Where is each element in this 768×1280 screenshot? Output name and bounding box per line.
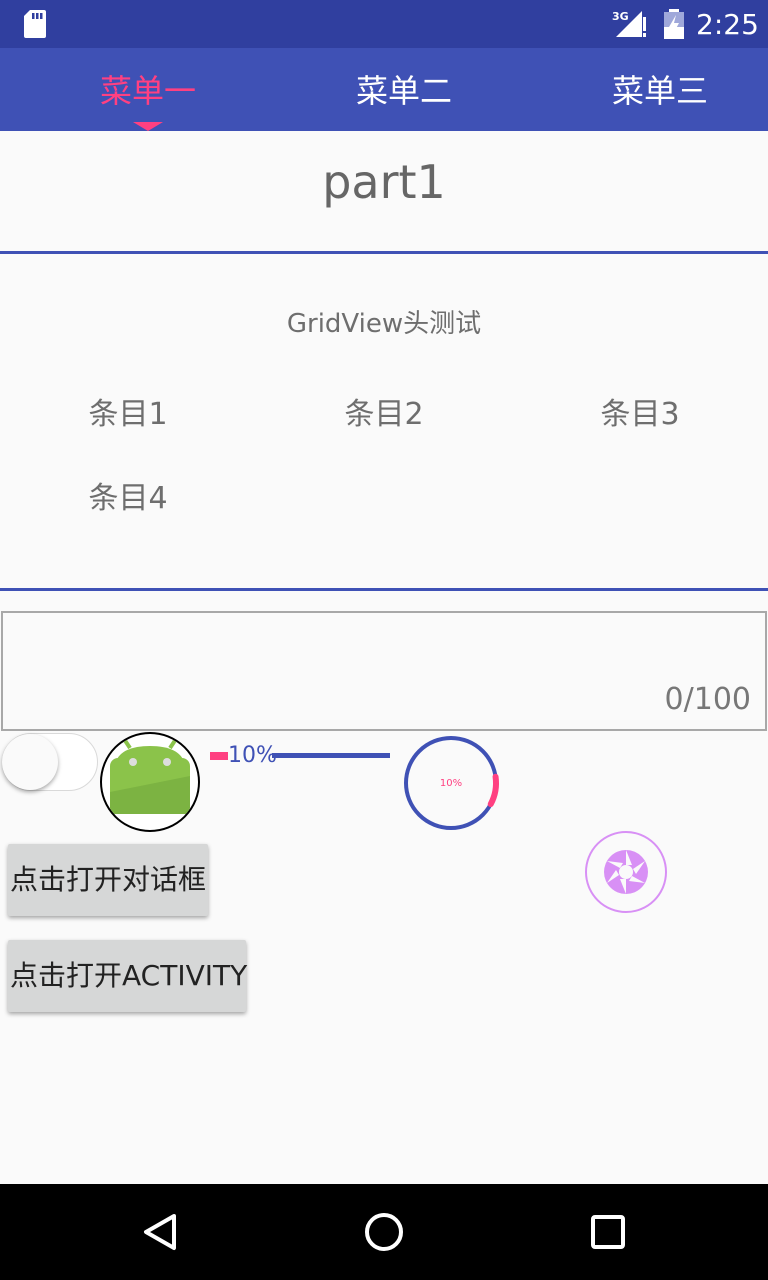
progress-label: 10% bbox=[228, 743, 277, 768]
progress-filled bbox=[210, 752, 228, 760]
signal-icon: 3G bbox=[612, 10, 646, 37]
page-title: part1 bbox=[322, 155, 446, 209]
grid-item-4[interactable]: 条目4 bbox=[0, 479, 256, 519]
grid-item-3[interactable]: 条目3 bbox=[512, 395, 768, 435]
tab-menu-2[interactable]: 菜单二 bbox=[304, 48, 504, 131]
tab-bar: 菜单一 菜单二 菜单三 bbox=[0, 48, 768, 131]
circular-progress: 10% bbox=[404, 736, 499, 830]
grid-item-2[interactable]: 条目2 bbox=[256, 395, 512, 435]
navigation-bar bbox=[0, 1184, 768, 1280]
text-input-box[interactable]: 0/100 bbox=[1, 611, 767, 731]
sd-card-icon bbox=[24, 10, 46, 38]
home-icon[interactable] bbox=[356, 1204, 412, 1260]
divider-top bbox=[0, 251, 768, 254]
tab-menu-3[interactable]: 菜单三 bbox=[560, 48, 760, 131]
back-icon[interactable] bbox=[132, 1204, 188, 1260]
android-avatar-icon bbox=[100, 732, 200, 832]
open-activity-button[interactable]: 点击打开ACTIVITY bbox=[8, 940, 247, 1012]
network-type-label: 3G bbox=[612, 10, 629, 23]
status-time: 2:25 bbox=[696, 8, 759, 41]
tab-indicator bbox=[133, 122, 163, 131]
character-counter: 0/100 bbox=[664, 682, 751, 717]
ring-label: 10% bbox=[440, 778, 462, 789]
grid-header: GridView头测试 bbox=[286, 309, 482, 339]
switch-thumb[interactable] bbox=[2, 734, 58, 790]
open-dialog-button[interactable]: 点击打开对话框 bbox=[8, 844, 208, 916]
recents-icon[interactable] bbox=[580, 1204, 636, 1260]
progress-remaining bbox=[272, 753, 390, 758]
status-bar: 3G 2:25 bbox=[0, 0, 768, 48]
grid-item-1[interactable]: 条目1 bbox=[0, 395, 256, 435]
camera-shutter-icon[interactable] bbox=[584, 830, 668, 914]
ring-progress-arc bbox=[487, 773, 499, 808]
tab-menu-1[interactable]: 菜单一 bbox=[48, 48, 248, 131]
divider-bottom bbox=[0, 588, 768, 591]
battery-charging-icon bbox=[664, 9, 684, 39]
